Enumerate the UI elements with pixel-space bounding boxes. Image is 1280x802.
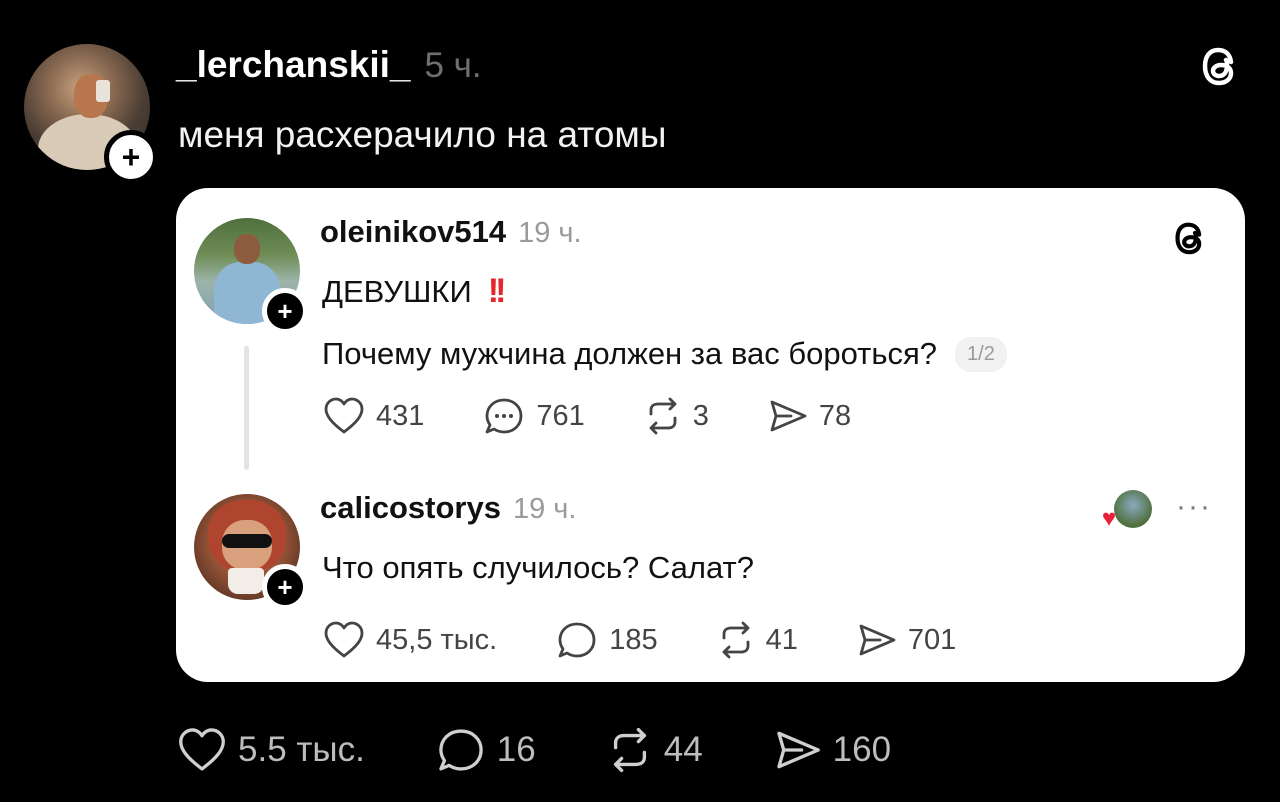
post-text: Что опять случилось? Салат? — [322, 550, 754, 585]
post-time: 19 ч. — [518, 217, 582, 249]
share-button[interactable]: 78 — [767, 396, 851, 436]
author-username[interactable]: calicostorys — [320, 490, 501, 526]
post-text-line-1: ДЕВУШКИ !! — [322, 272, 507, 311]
comment-icon — [439, 729, 483, 771]
post-text: меня расхерачило на атомы — [178, 114, 667, 155]
share-button[interactable]: 701 — [856, 620, 956, 660]
post-actions: 5.5 тыс. 16 44 160 — [176, 726, 891, 774]
share-button[interactable]: 160 — [773, 726, 891, 774]
quoted-thread-card[interactable]: + oleinikov514 19 ч. ДЕВУШКИ !! Почему м… — [176, 188, 1245, 682]
repost-icon — [649, 397, 677, 435]
reply-count: 761 — [536, 399, 585, 432]
share-count: 701 — [907, 623, 957, 656]
reply-button[interactable]: 185 — [555, 620, 658, 660]
post-header: _lerchanskii_ 5 ч. — [176, 44, 482, 86]
reply-count: 185 — [609, 623, 658, 656]
follow-button[interactable]: + — [104, 130, 158, 184]
like-count: 5.5 тыс. — [238, 730, 365, 769]
follow-button[interactable]: + — [262, 564, 308, 610]
repost-button[interactable]: 41 — [716, 620, 798, 660]
repost-count: 44 — [663, 730, 703, 769]
repost-count: 3 — [692, 399, 709, 432]
repost-count: 41 — [765, 623, 798, 656]
more-options-button[interactable]: ··· — [1176, 490, 1212, 524]
heart-icon — [179, 728, 225, 771]
author-username[interactable]: _lerchanskii_ — [176, 44, 410, 86]
post-text-line-2: Почему мужчина должен за вас бороться? 1… — [322, 336, 1007, 372]
follow-button[interactable]: + — [262, 288, 308, 334]
avatar-figure-cup — [228, 568, 264, 594]
share-count: 160 — [832, 730, 892, 769]
double-exclamation-icon: !! — [487, 272, 507, 310]
like-count: 45,5 тыс. — [376, 623, 498, 656]
comment-icon — [485, 398, 523, 434]
author-username[interactable]: oleinikov514 — [320, 214, 506, 250]
like-count: 431 — [376, 399, 425, 432]
heart-icon — [324, 397, 364, 434]
post-text-heading: ДЕВУШКИ — [322, 273, 472, 309]
post-actions: 431 761 3 78 — [322, 396, 851, 436]
thread-connector-line — [244, 346, 249, 470]
repost-button[interactable]: 3 — [643, 396, 709, 436]
like-button[interactable]: 431 — [322, 396, 424, 436]
share-icon — [776, 731, 820, 769]
post-text-question: Почему мужчина должен за вас бороться? — [322, 336, 938, 371]
post-time: 5 ч. — [424, 46, 482, 85]
heart-icon — [324, 621, 364, 658]
share-icon — [770, 400, 807, 432]
avatar-figure-glasses — [222, 534, 272, 548]
page-indicator: 1/2 — [955, 336, 1007, 372]
comment-icon — [558, 622, 596, 658]
share-count: 78 — [818, 399, 852, 432]
repost-icon — [722, 621, 749, 659]
heart-badge-icon: ♥ — [1101, 505, 1117, 532]
like-button[interactable]: 5.5 тыс. — [176, 726, 365, 774]
post-time: 19 ч. — [512, 493, 577, 525]
reply-button[interactable]: 761 — [482, 396, 585, 436]
threads-logo-icon — [1175, 222, 1202, 255]
avatar-figure-head — [234, 234, 260, 264]
post-actions: 45,5 тыс. 185 41 701 — [322, 620, 956, 660]
share-icon — [859, 624, 896, 656]
repost-button[interactable]: 44 — [606, 726, 703, 774]
like-button[interactable]: 45,5 тыс. — [322, 620, 497, 660]
reply-count: 16 — [496, 730, 536, 769]
post-header: calicostorys 19 ч. — [320, 490, 576, 526]
post-header: oleinikov514 19 ч. — [320, 214, 582, 250]
repost-icon — [613, 727, 646, 773]
reply-button[interactable]: 16 — [435, 726, 536, 774]
threads-logo-icon[interactable] — [1196, 40, 1244, 92]
avatar-figure-phone — [96, 80, 110, 102]
